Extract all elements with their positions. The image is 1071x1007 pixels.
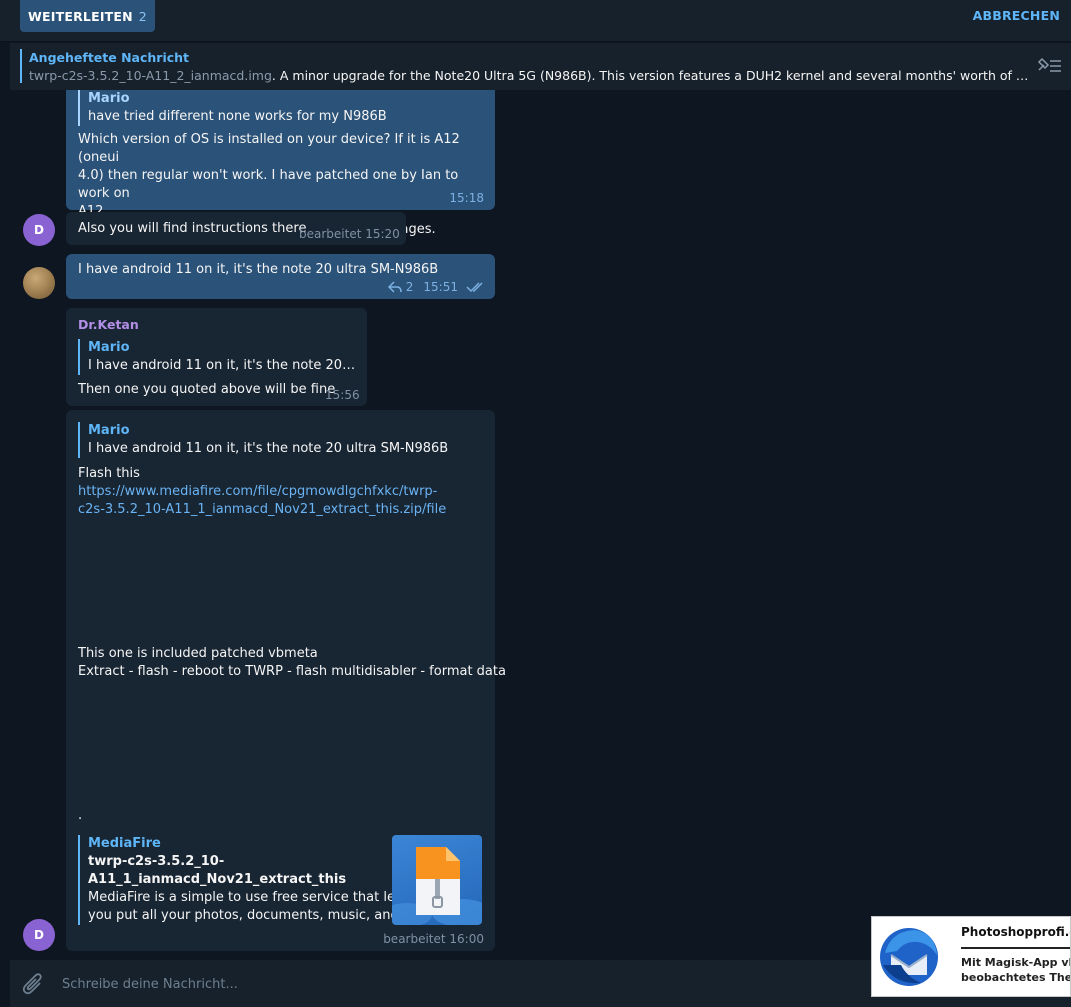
link-preview-thumbnail[interactable] (392, 835, 482, 925)
double-check-icon (466, 282, 483, 293)
pinned-file-name: twrp-c2s-3.5.2_10-A11_2_ianmacd.img (29, 68, 272, 83)
notification-line: Mit Magisk-App vbm (961, 956, 1070, 969)
zip-file-icon (392, 847, 482, 925)
link-preview-site: MediaFire (88, 836, 161, 851)
chat-scrollbar[interactable] (1066, 90, 1071, 960)
thunderbird-logo-icon (880, 928, 938, 986)
cancel-button[interactable]: ABBRECHEN (973, 8, 1060, 23)
avatar[interactable]: D (23, 919, 55, 951)
reply-arrow-icon (387, 281, 402, 293)
avatar[interactable] (23, 267, 55, 299)
reply-quote[interactable]: Mario I have android 11 on it, it's the … (78, 422, 478, 458)
reply-quote[interactable]: Mario I have android 11 on it, it's the … (78, 339, 358, 375)
pinned-description: . A minor upgrade for the Note20 Ultra 5… (271, 68, 1029, 83)
reply-count[interactable]: 2 (387, 280, 414, 294)
reply-quote[interactable]: Mario have tried different none works fo… (78, 90, 483, 126)
message-edited-time: bearbeitet 16:00 (383, 932, 484, 946)
link-preview-title: twrp-c2s-3.5.2_10- A11_1_ianmacd_Nov21_e… (88, 853, 378, 889)
notification-body: Mit Magisk-App vbm beobachtetes Them (961, 955, 1070, 985)
forward-count: 2 (138, 8, 147, 24)
notification-popup[interactable]: Photoshopprofi.gr Mit Magisk-App vbm beo… (871, 916, 1071, 997)
sender-name[interactable]: Dr.Ketan (78, 317, 139, 332)
notification-line: beobachtetes Them (961, 971, 1070, 984)
message-text: . (78, 808, 83, 823)
selection-toolbar: WEITERLEITEN 2 ABBRECHEN (0, 0, 1071, 42)
reply-quote-name: Mario (88, 340, 130, 355)
reply-count-value: 2 (405, 280, 414, 294)
message-bubble-incoming[interactable]: Also you will find instructions there be… (66, 212, 406, 245)
link-preview-description: MediaFire is a simple to use free servic… (88, 889, 416, 925)
forward-label: WEITERLEITEN (28, 8, 133, 24)
notification-title: Photoshopprofi.gr (961, 925, 1070, 939)
message-bubble-outgoing[interactable]: I have android 11 on it, it's the note 2… (66, 254, 495, 299)
reply-quote-text: I have android 11 on it, it's the note 2… (88, 358, 358, 373)
message-line: Which version of OS is installed on your… (78, 132, 460, 165)
message-bubble-incoming[interactable]: Mario I have android 11 on it, it's the … (66, 410, 506, 951)
link-preview-desc-line: MediaFire is a simple to use free servic… (88, 890, 407, 905)
paperclip-icon[interactable] (23, 972, 45, 996)
pinned-accent-line (20, 49, 22, 83)
pinned-message-bar[interactable]: Angeheftete Nachricht twrp-c2s-3.5.2_10-… (10, 43, 1071, 90)
message-bubble-incoming[interactable]: Dr.Ketan Mario I have android 11 on it, … (66, 308, 367, 406)
reply-quote-name: Mario (88, 423, 130, 438)
link-preview-title-line: twrp-c2s-3.5.2_10- (88, 854, 225, 869)
message-input[interactable] (62, 974, 762, 994)
pinned-list-icon[interactable] (1035, 56, 1063, 76)
message-edited-time: bearbeitet 15:20 (299, 227, 400, 241)
message-text: Extract - flash - reboot to TWRP - flash… (78, 664, 506, 679)
forward-button[interactable]: WEITERLEITEN 2 (20, 0, 155, 32)
message-text: Flash this (78, 466, 140, 481)
message-time: 15:18 (449, 191, 484, 205)
message-text: Also you will find instructions there (78, 221, 307, 236)
reply-quote-name: Mario (88, 91, 130, 106)
message-text: This one is included patched vbmeta (78, 646, 318, 661)
message-bubble-outgoing[interactable]: Mario have tried different none works fo… (66, 90, 495, 237)
reply-quote-text: I have android 11 on it, it's the note 2… (88, 441, 449, 456)
pinned-text: twrp-c2s-3.5.2_10-A11_2_ianmacd.img. A m… (29, 68, 1029, 83)
message-line: 4.0) then regular won't work. I have pat… (78, 168, 459, 201)
link-preview[interactable]: MediaFire twrp-c2s-3.5.2_10- A11_1_ianma… (78, 835, 416, 925)
message-text: I have android 11 on it, it's the note 2… (78, 262, 439, 277)
message-meta: 2 15:51 (387, 280, 486, 294)
message-time: 15:56 (325, 388, 360, 402)
message-link[interactable]: https://www.mediafire.com/file/cpgmowdlg… (78, 483, 446, 519)
link-line[interactable]: c2s-3.5.2_10-A11_1_ianmacd_Nov21_extract… (78, 501, 446, 519)
link-line[interactable]: https://www.mediafire.com/file/cpgmowdlg… (78, 483, 446, 501)
notification-separator (961, 947, 1070, 949)
link-preview-desc-line: you put all your photos, documents, musi… (88, 908, 416, 923)
link-preview-title-line: A11_1_ianmacd_Nov21_extract_this (88, 872, 347, 887)
message-time: 15:51 (423, 280, 458, 294)
avatar[interactable]: D (23, 214, 55, 246)
reply-quote-text: have tried different none works for my N… (88, 109, 387, 124)
message-text: Then one you quoted above will be fine (78, 382, 336, 397)
pinned-title: Angeheftete Nachricht (29, 50, 190, 65)
